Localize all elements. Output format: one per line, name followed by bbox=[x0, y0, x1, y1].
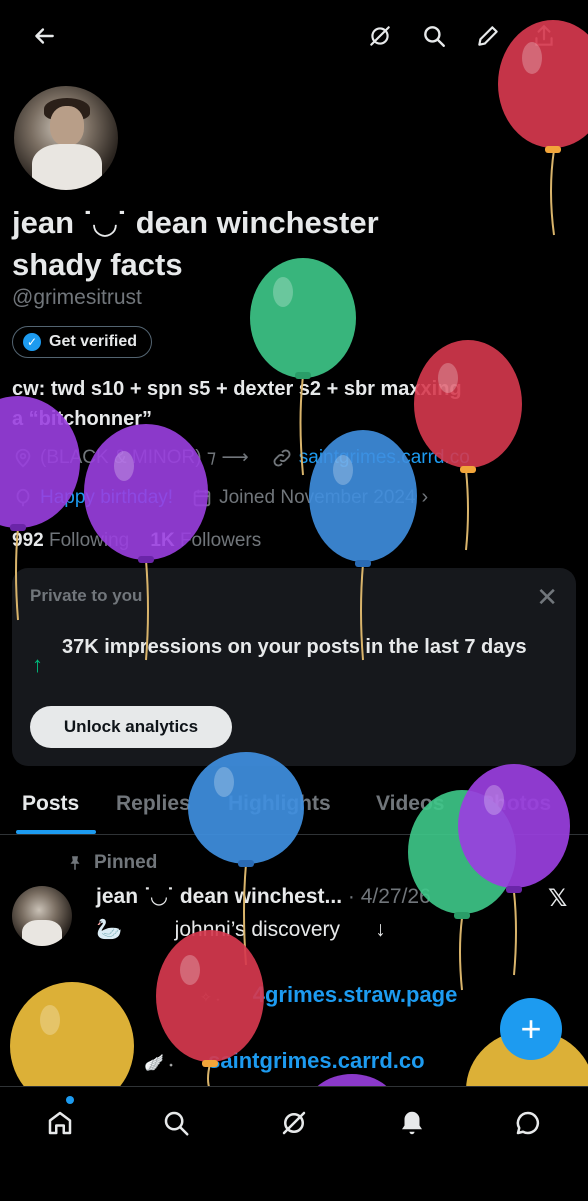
home-icon bbox=[48, 1111, 72, 1135]
nav-search[interactable] bbox=[156, 1103, 196, 1143]
search-icon bbox=[164, 1111, 189, 1136]
post-link-carrd[interactable]: saintgrimes.carrd.co bbox=[208, 1048, 424, 1073]
profile-tabs: Posts Replies Highlights Videos Photos bbox=[0, 780, 588, 835]
compose-post-button[interactable]: + bbox=[500, 998, 562, 1060]
handle: @grimesitrust bbox=[12, 286, 142, 309]
post-line1: 🦢 johnni’s discovery ↓ bbox=[96, 918, 386, 942]
nav-messages[interactable] bbox=[508, 1103, 548, 1143]
x-logo-icon[interactable]: 𝕏 bbox=[548, 884, 567, 913]
post-link2-row: 🪽 ˖ saintgrimes.carrd.co bbox=[144, 1048, 425, 1074]
impressions-text: 37K impressions on your posts in the las… bbox=[62, 636, 527, 658]
post-text: johnni’s discovery bbox=[174, 918, 341, 941]
tab-posts[interactable]: Posts bbox=[22, 792, 79, 816]
link-icon bbox=[273, 449, 291, 466]
nav-grok[interactable] bbox=[274, 1103, 314, 1143]
post-date: · 4/27/26 bbox=[347, 885, 431, 908]
nav-notifications[interactable] bbox=[392, 1103, 432, 1143]
balloon-icon bbox=[16, 488, 30, 506]
post-header: jean ˙◡˙ dean winchest... · 4/27/26 bbox=[96, 884, 431, 909]
back-button[interactable] bbox=[26, 18, 62, 54]
location-text: (BLACK & MINOR) ⁊ ⟶ bbox=[40, 447, 249, 468]
share-button[interactable] bbox=[526, 18, 562, 54]
bio: cw: twd s10 + spn s5 + dexter s2 + sbr m… bbox=[12, 374, 572, 434]
display-name-line1: jean ˙◡˙ dean winchester bbox=[12, 205, 379, 240]
pencil-icon bbox=[478, 26, 498, 46]
active-tab-indicator bbox=[16, 830, 96, 834]
plus-icon: + bbox=[520, 1008, 542, 1049]
joined-date: Joined November 2024 bbox=[219, 486, 416, 508]
search-button[interactable] bbox=[416, 18, 452, 54]
pinned-label: Pinned bbox=[66, 852, 157, 874]
grok-icon bbox=[370, 26, 390, 46]
birthday-row: Happy birthday! Joined November 2024 › bbox=[12, 486, 428, 509]
sparkle-glyph: ✧ ˖ bbox=[200, 989, 221, 1005]
follow-counts: 992 Following 1K Followers bbox=[12, 530, 261, 552]
post-link-straw[interactable]: 4grimes.straw.page bbox=[253, 982, 458, 1007]
analytics-card: Private to you ✕ ↑ 37K impressions on yo… bbox=[12, 568, 576, 766]
swan-emoji: 🦢 bbox=[96, 918, 123, 941]
balloon-green bbox=[250, 258, 356, 476]
get-verified-label: Get verified bbox=[49, 333, 138, 350]
birthday-text: Happy birthday! bbox=[40, 486, 174, 508]
grok-icon bbox=[282, 1111, 306, 1135]
tab-highlights[interactable]: Highlights bbox=[228, 792, 331, 816]
bio-line1: cw: twd s10 + spn s5 + dexter s2 + sbr m… bbox=[12, 378, 462, 400]
website-link[interactable]: saintgrimes.carrd.co bbox=[299, 447, 470, 469]
pinned-text: Pinned bbox=[94, 852, 158, 873]
tab-videos[interactable]: Videos bbox=[376, 792, 444, 816]
post-author[interactable]: jean ˙◡˙ dean winchest... bbox=[96, 885, 342, 908]
edit-button[interactable] bbox=[470, 18, 506, 54]
unlock-analytics-button[interactable]: Unlock analytics bbox=[30, 706, 232, 748]
location-row: (BLACK & MINOR) ⁊ ⟶ saintgrimes.carrd.co bbox=[12, 446, 470, 469]
search-icon bbox=[424, 26, 445, 47]
wing-emoji: 🪽 ˖ bbox=[144, 1055, 174, 1072]
display-name: jean ˙◡˙ dean winchester shady facts bbox=[12, 202, 452, 286]
tab-photos[interactable]: Photos bbox=[480, 792, 551, 816]
bottom-nav bbox=[0, 1086, 588, 1201]
location-pin-icon bbox=[15, 448, 31, 467]
bio-line2: a “bitchonner” bbox=[12, 408, 153, 430]
nav-home[interactable] bbox=[40, 1103, 80, 1143]
pin-icon bbox=[70, 856, 80, 870]
balloon-red bbox=[414, 340, 522, 551]
get-verified-button[interactable]: ✓ Get verified bbox=[12, 326, 153, 358]
chat-bubble-icon bbox=[516, 1111, 540, 1135]
card-title: Private to you bbox=[30, 586, 143, 605]
trend-up-icon: ↑ bbox=[32, 652, 43, 677]
followers-link[interactable]: 1K Followers bbox=[150, 530, 261, 551]
chevron-right-icon[interactable]: › bbox=[422, 486, 429, 509]
post-link1-row: ✧ ˖ 4grimes.straw.page bbox=[200, 982, 457, 1008]
profile-avatar[interactable] bbox=[12, 84, 120, 192]
tab-replies[interactable]: Replies bbox=[116, 792, 191, 816]
following-link[interactable]: 992 Following bbox=[12, 530, 129, 551]
close-icon[interactable]: ✕ bbox=[536, 582, 558, 613]
calendar-icon bbox=[193, 489, 211, 506]
bell-icon bbox=[402, 1111, 422, 1135]
post-avatar[interactable] bbox=[12, 886, 72, 946]
arrow-left-icon bbox=[35, 28, 54, 44]
verified-badge-icon: ✓ bbox=[23, 333, 41, 351]
notification-dot bbox=[66, 1096, 74, 1104]
grok-button[interactable] bbox=[362, 18, 398, 54]
arrow-down-icon: ↓ bbox=[375, 918, 386, 941]
share-icon bbox=[535, 24, 553, 46]
display-name-line2: shady facts bbox=[12, 247, 183, 282]
